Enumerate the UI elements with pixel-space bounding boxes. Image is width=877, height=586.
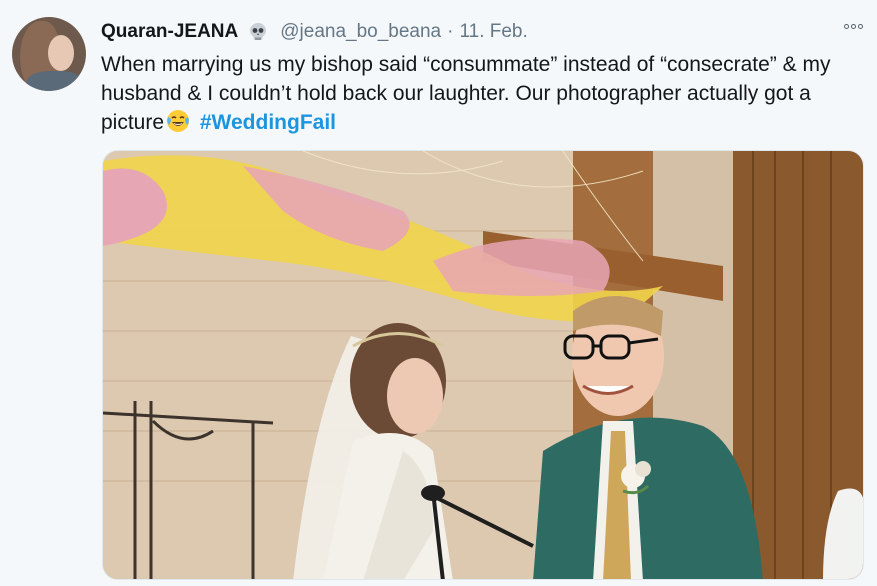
- more-dot: [858, 24, 863, 29]
- avatar-shirt: [26, 71, 84, 91]
- author-handle[interactable]: @jeana_bo_beana: [280, 21, 441, 43]
- avatar[interactable]: [12, 17, 86, 91]
- more-options-icon[interactable]: [844, 24, 863, 29]
- wedding-photo-illustration: [103, 151, 863, 579]
- tweet-photo[interactable]: [102, 150, 864, 580]
- more-dot: [844, 24, 849, 29]
- avatar-face: [48, 35, 74, 71]
- author-name[interactable]: Quaran-JEANA: [101, 21, 238, 43]
- tweet-date[interactable]: 11. Feb.: [459, 21, 527, 43]
- tweet-text: When marrying us my bishop said “consumm…: [101, 50, 866, 137]
- header-separator: ·: [447, 21, 454, 42]
- tweet-header: Quaran-JEANA @jeana_bo_beana · 11. Feb.: [101, 19, 528, 45]
- face-with-tears-of-joy-icon: [166, 109, 190, 133]
- skull-icon: [246, 20, 270, 44]
- more-dot: [851, 24, 856, 29]
- hashtag-link[interactable]: #WeddingFail: [200, 111, 336, 134]
- tweet[interactable]: Quaran-JEANA @jeana_bo_beana · 11. Feb. …: [0, 0, 877, 586]
